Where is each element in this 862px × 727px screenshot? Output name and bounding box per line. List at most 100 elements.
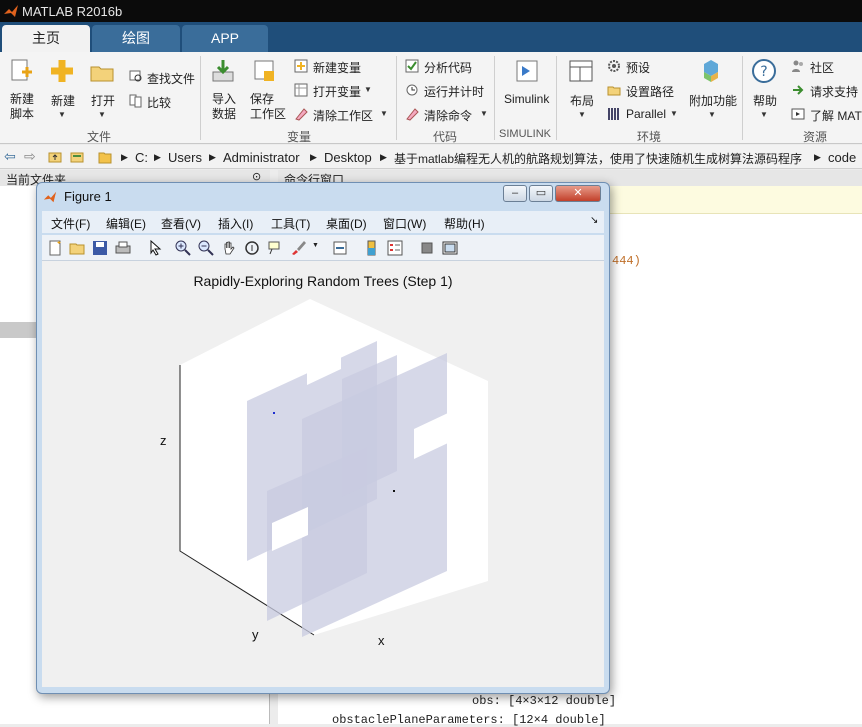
colorbar-icon[interactable] (364, 240, 380, 256)
menu-file[interactable]: 文件(F) (51, 215, 90, 232)
ribbon-separator (494, 56, 495, 140)
path-segment[interactable]: 基于matlab编程无人机的航路规划算法，使用了快速随机生成树算法源码程序 (394, 150, 802, 167)
menubar-dock-icon[interactable]: ↘ (590, 215, 598, 226)
group-simulink-label: SIMULINK (499, 128, 551, 140)
matlab-logo-icon (4, 5, 18, 17)
zoom-out-icon[interactable] (198, 240, 214, 256)
hide-plot-tools-icon[interactable] (419, 240, 435, 256)
new-plus-icon (51, 60, 73, 82)
figure-title: Figure 1 (64, 189, 112, 204)
open-file-icon[interactable] (69, 240, 85, 256)
zoom-in-icon[interactable] (175, 240, 191, 256)
simulink-label: Simulink (504, 92, 550, 106)
clear-commands-label: 清除命令 (424, 109, 473, 123)
open-folder-icon (90, 66, 114, 82)
compare-label: 比较 (147, 96, 172, 110)
ribbon-tabbar: 主页 绘图 APP (0, 22, 862, 52)
back-arrow-icon[interactable]: ⇦ (4, 148, 16, 165)
group-resources-label: 资源 (802, 130, 827, 144)
path-separator-icon: ▶ (814, 152, 821, 162)
new-label: 新建 (51, 94, 76, 108)
browse-folder-icon[interactable] (70, 150, 84, 164)
start-point-marker (273, 412, 275, 414)
data-cursor-icon[interactable] (267, 240, 283, 256)
learn-matlab-label: 了解 MATLAB (810, 109, 862, 123)
path-segment[interactable]: Desktop (324, 150, 372, 165)
menu-desktop[interactable]: 桌面(D) (326, 215, 367, 232)
new-figure-icon[interactable] (47, 240, 63, 256)
menu-window[interactable]: 窗口(W) (383, 215, 426, 232)
minimize-button[interactable]: ‒ (503, 185, 527, 202)
group-environment-label: 环境 (636, 130, 661, 144)
run-and-time-icon (406, 84, 418, 96)
selected-file-row[interactable] (0, 322, 40, 338)
up-folder-icon[interactable] (48, 150, 62, 164)
menu-tools[interactable]: 工具(T) (271, 215, 310, 232)
menu-help[interactable]: 帮助(H) (444, 215, 485, 232)
clear-commands-icon (406, 108, 419, 121)
figure-window[interactable]: Figure 1 ‒ ▭ ✕ 文件(F) 编辑(E) 查看(V) 插入(I) 工… (36, 182, 610, 694)
tab-home[interactable]: 主页 (2, 25, 90, 52)
print-icon[interactable] (115, 240, 131, 256)
tree-point-marker (393, 490, 395, 492)
figure-menubar: 文件(F) 编辑(E) 查看(V) 插入(I) 工具(T) 桌面(D) 窗口(W… (42, 211, 604, 233)
path-segment[interactable]: code (828, 150, 856, 165)
pointer-icon[interactable] (147, 240, 163, 256)
new-dropdown-icon: ▼ (58, 110, 66, 119)
support-icon (793, 85, 804, 95)
layout-icon (569, 60, 593, 82)
path-separator-icon: ▶ (209, 152, 216, 162)
app-titlebar: MATLAB R2016b (0, 0, 862, 22)
rotate-3d-icon[interactable] (244, 240, 260, 256)
find-files-label: 查找文件 (147, 72, 196, 86)
import-label: 导入 数据 (212, 92, 237, 121)
ribbon-separator (556, 56, 557, 140)
legend-icon[interactable] (387, 240, 403, 256)
current-folder-address-bar[interactable]: ⇦ ⇨ ▶ C: ▶ Users ▶ Administrator ▶ Deskt… (0, 145, 862, 169)
help-dropdown-icon: ▼ (760, 110, 768, 119)
save-icon[interactable] (92, 240, 108, 256)
analyze-code-label: 分析代码 (424, 61, 473, 75)
path-separator-icon: ▶ (154, 152, 161, 162)
tab-apps[interactable]: APP (182, 25, 268, 52)
figure-canvas[interactable]: Rapidly-Exploring Random Trees (Step 1) … (42, 261, 604, 687)
show-plot-tools-icon[interactable] (442, 240, 458, 256)
maximize-button[interactable]: ▭ (529, 185, 553, 202)
y-axis-label: y (252, 627, 259, 642)
menu-insert[interactable]: 插入(I) (218, 215, 253, 232)
run-and-time-label: 运行并计时 (424, 85, 485, 99)
community-label: 社区 (810, 61, 835, 75)
path-separator-icon: ▶ (121, 152, 128, 162)
ribbon-separator (742, 56, 743, 140)
add-ons-dropdown-icon: ▼ (708, 110, 716, 119)
pan-hand-icon[interactable] (221, 240, 237, 256)
brush-dropdown-icon[interactable]: ▼ (312, 242, 319, 249)
find-files-icon (129, 70, 142, 82)
import-icon (212, 60, 234, 82)
path-segment[interactable]: Administrator (223, 150, 300, 165)
rrt-3d-plot: z y x (160, 299, 488, 648)
open-variable-icon (294, 83, 308, 97)
path-segment[interactable]: C: (135, 150, 148, 165)
menu-view[interactable]: 查看(V) (161, 215, 201, 232)
open-variable-label: 打开变量 (313, 85, 362, 99)
open-variable-dropdown-icon: ▼ (364, 85, 372, 94)
link-plot-icon[interactable] (332, 240, 348, 256)
brush-icon[interactable] (291, 240, 307, 256)
request-support-label: 请求支持 (810, 85, 859, 99)
forward-arrow-icon[interactable]: ⇨ (24, 148, 36, 165)
tab-plots[interactable]: 绘图 (92, 25, 180, 52)
help-label: 帮助 (753, 94, 778, 108)
group-file-label: 文件 (86, 130, 111, 144)
open-label: 打开 (91, 94, 116, 108)
new-variable-label: 新建变量 (313, 61, 362, 75)
ribbon-separator (396, 56, 397, 140)
menu-edit[interactable]: 编辑(E) (106, 215, 146, 232)
ribbon-separator (200, 56, 201, 140)
ribbon: 新建 脚本 新建 ▼ 打开 ▼ 查找文件 比较 文件 导入 数据 保存 工作区 … (0, 52, 862, 144)
add-ons-label: 附加功能 (689, 94, 738, 108)
path-segment[interactable]: Users (168, 150, 202, 165)
clear-workspace-dropdown-icon: ▼ (380, 109, 388, 118)
close-button[interactable]: ✕ (555, 185, 601, 202)
command-link-fragment[interactable]: 444) (612, 254, 641, 268)
